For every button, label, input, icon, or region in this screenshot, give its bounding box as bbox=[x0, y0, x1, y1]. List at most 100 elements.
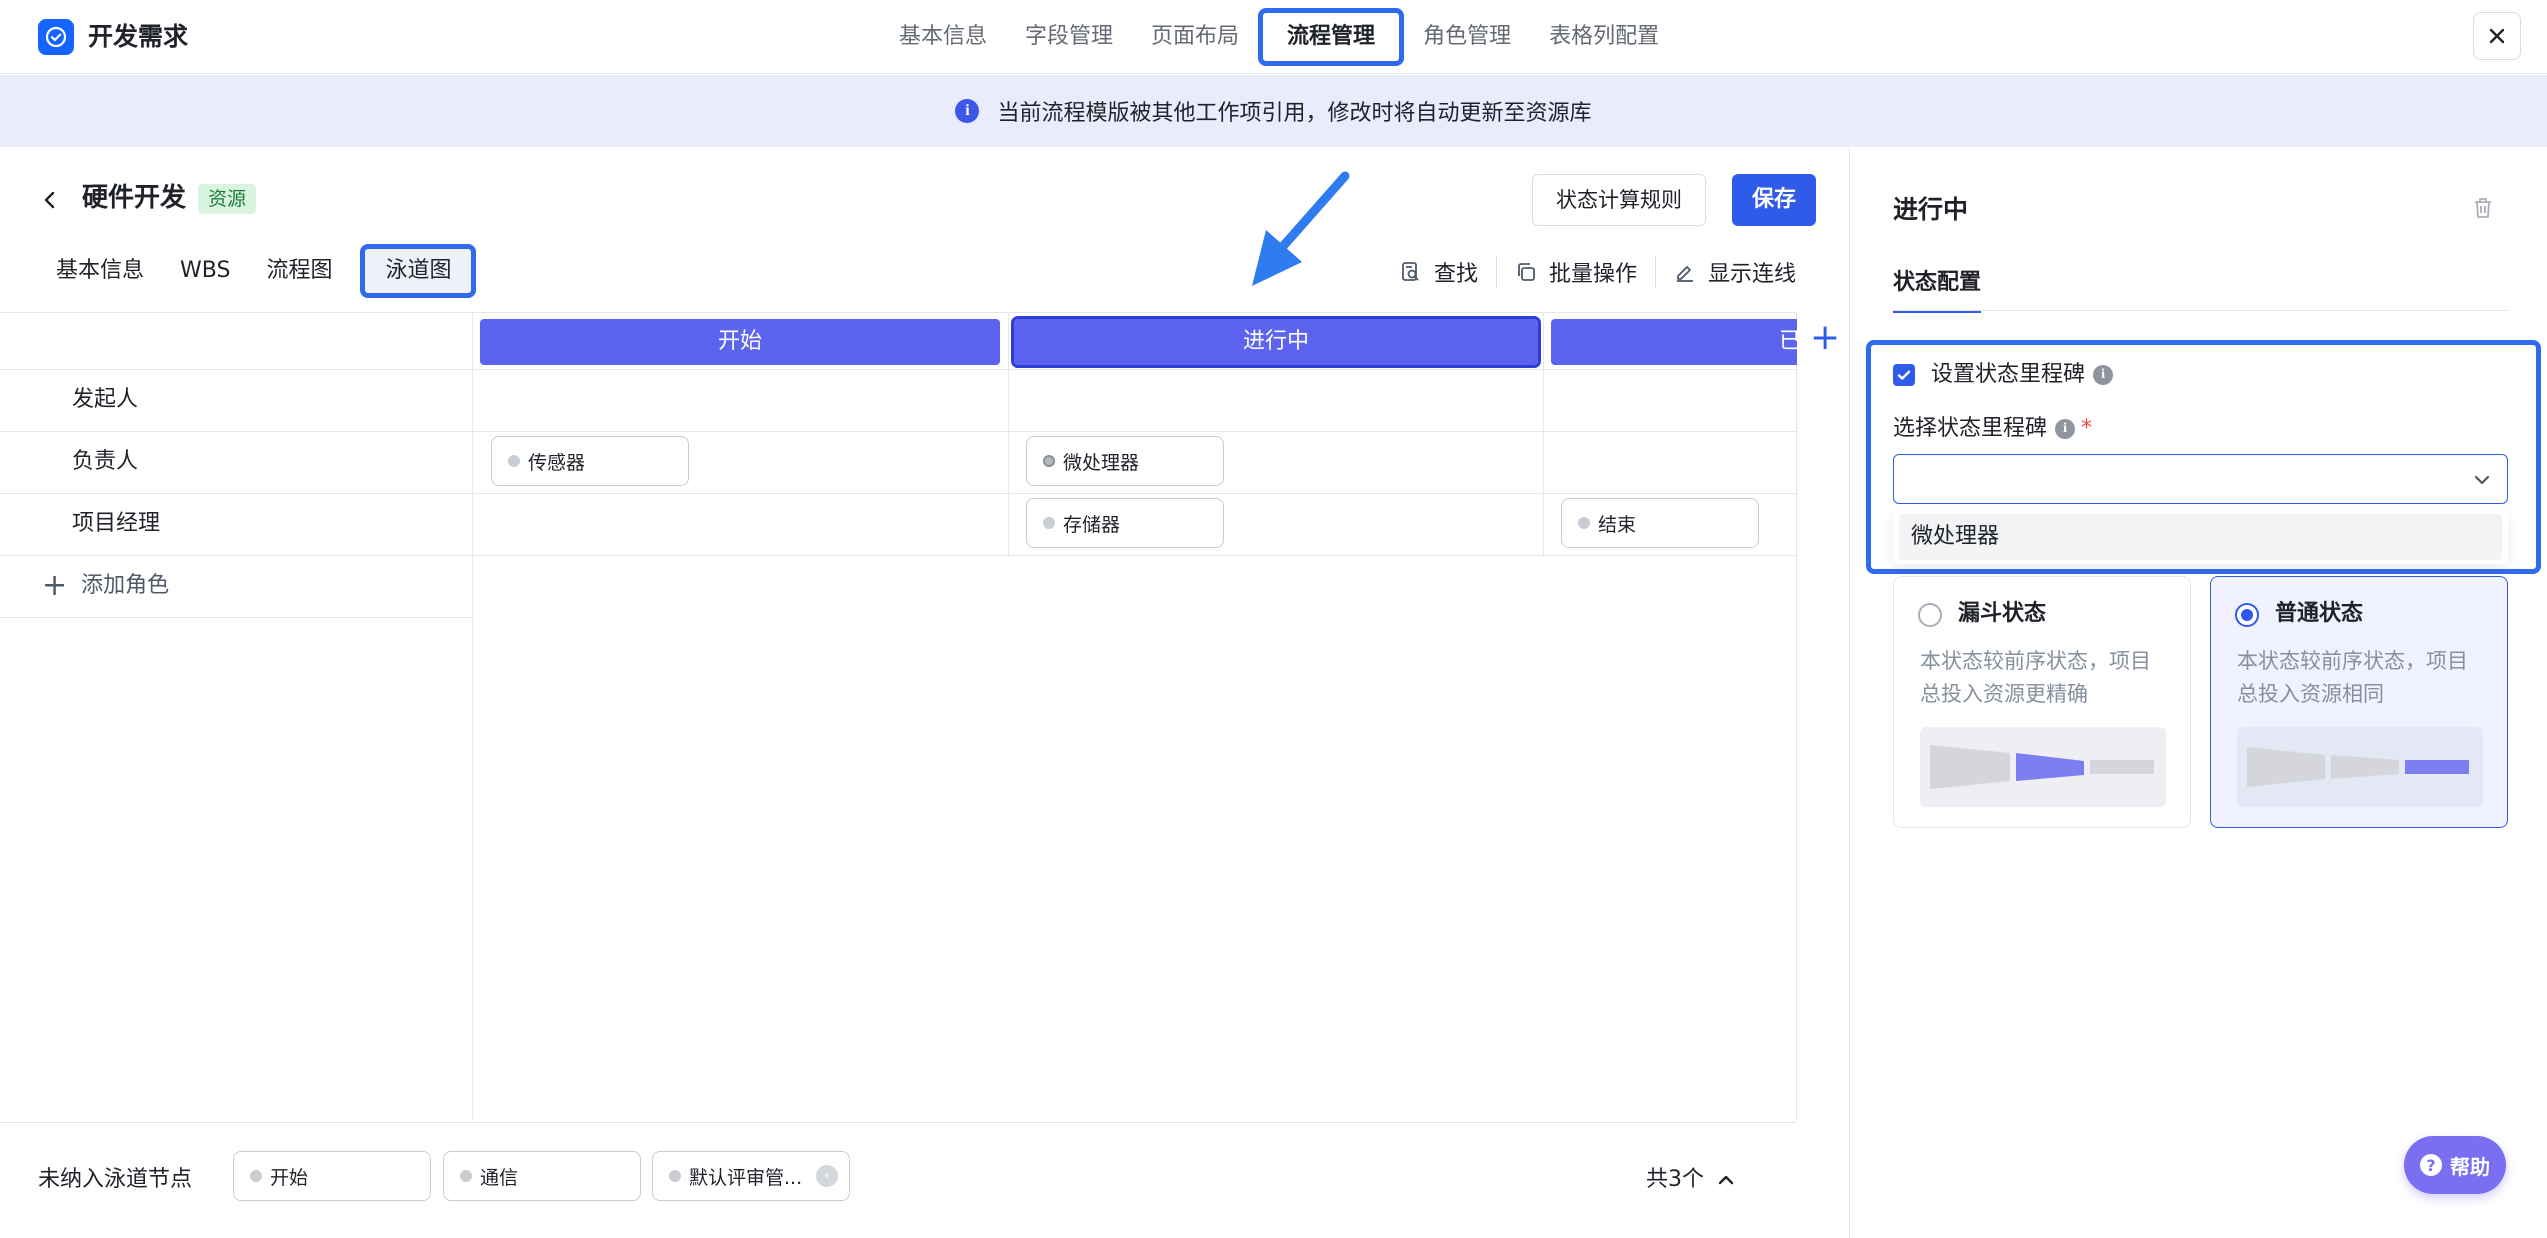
notice-text: 当前流程模版被其他工作项引用，修改时将自动更新至资源库 bbox=[997, 101, 1592, 126]
node-label: 存储器 bbox=[1063, 513, 1121, 536]
subtab-basic-info[interactable]: 基本信息 bbox=[38, 244, 162, 298]
milestone-select[interactable] bbox=[1893, 454, 2508, 504]
tab-status-config[interactable]: 状态配置 bbox=[1893, 266, 1982, 313]
unassigned-node-review[interactable]: 默认评审管... ‹ bbox=[652, 1151, 850, 1201]
grid-line bbox=[0, 369, 1797, 370]
funnel-status-card[interactable]: 漏斗状态 本状态较前序状态，项目总投入资源更精确 bbox=[1893, 576, 2191, 828]
normal-status-card[interactable]: 普通状态 本状态较前序状态，项目总投入资源相同 bbox=[2210, 576, 2508, 828]
unassigned-node-start[interactable]: 开始 bbox=[233, 1151, 431, 1201]
milestone-checkbox[interactable] bbox=[1893, 364, 1915, 386]
normal-status-desc: 本状态较前序状态，项目总投入资源相同 bbox=[2237, 649, 2468, 706]
status-dot-icon bbox=[508, 455, 520, 467]
close-icon bbox=[2489, 28, 2505, 44]
search-doc-icon bbox=[1402, 262, 1419, 281]
check-icon bbox=[1897, 370, 1911, 380]
status-config-panel: 进行中 状态配置 设置状态里程碑 i 选择状态里程碑 i * 微处理器 漏斗状态 本状… bbox=[1852, 148, 2547, 1238]
funnel-illustration bbox=[1920, 727, 2166, 807]
status-dot-icon bbox=[669, 1170, 681, 1182]
unassigned-count-toggle[interactable]: 共3个 bbox=[1646, 1163, 1736, 1197]
toolbar: 查找 批量操作 显示连线 bbox=[1382, 252, 1814, 292]
info-icon[interactable]: i bbox=[2093, 365, 2114, 385]
status-dot-icon bbox=[460, 1170, 472, 1182]
grid-line bbox=[0, 555, 1797, 556]
show-connections-label: 显示连线 bbox=[1708, 262, 1797, 287]
subtab-swimlane[interactable]: 泳道图 bbox=[360, 244, 477, 298]
grid-line bbox=[0, 617, 472, 618]
save-button[interactable]: 保存 bbox=[1732, 174, 1816, 226]
chevron-up-icon bbox=[1718, 1175, 1734, 1185]
node-end[interactable]: 结束 bbox=[1561, 498, 1759, 548]
normal-status-title: 普通状态 bbox=[2275, 601, 2364, 626]
lane-header-in-progress[interactable]: 进行中 bbox=[1011, 316, 1541, 368]
info-icon: i bbox=[955, 99, 980, 123]
role-owner: 负责人 bbox=[72, 449, 139, 474]
swimlane-panel: 硬件开发 资源 状态计算规则 保存 基本信息 WBS 流程图 泳道图 查找 批量… bbox=[0, 148, 1850, 1238]
lane-header-start[interactable]: 开始 bbox=[480, 319, 1000, 365]
trash-icon[interactable] bbox=[2472, 196, 2494, 220]
add-role-button[interactable]: + 添加角色 bbox=[42, 555, 169, 617]
show-connections-button[interactable]: 显示连线 bbox=[1656, 256, 1814, 288]
sub-tabs: 基本信息 WBS 流程图 泳道图 bbox=[38, 244, 477, 298]
tab-table-column-config[interactable]: 表格列配置 bbox=[1530, 8, 1678, 66]
resource-tag: 资源 bbox=[198, 184, 257, 214]
annotation-arrow-icon bbox=[1252, 171, 1350, 286]
plus-icon: + bbox=[42, 568, 68, 603]
milestone-select-label: 选择状态里程碑 i * bbox=[1893, 412, 2092, 446]
add-role-label: 添加角色 bbox=[81, 573, 170, 598]
help-button[interactable]: ? 帮助 bbox=[2404, 1136, 2506, 1194]
funnel-status-title: 漏斗状态 bbox=[1958, 601, 2047, 626]
node-label: 结束 bbox=[1598, 513, 1637, 536]
subtab-flowchart[interactable]: 流程图 bbox=[248, 244, 350, 298]
funnel-status-radio[interactable] bbox=[1918, 603, 1942, 627]
status-rule-button[interactable]: 状态计算规则 bbox=[1532, 174, 1706, 226]
back-arrow-icon: ‹ bbox=[816, 1165, 839, 1187]
grid-line bbox=[1796, 313, 1797, 1120]
status-dot-icon bbox=[1043, 455, 1055, 467]
unassigned-count: 共3个 bbox=[1646, 1167, 1704, 1192]
back-chevron-icon[interactable] bbox=[38, 188, 62, 212]
status-dot-icon bbox=[250, 1170, 262, 1182]
node-label: 开始 bbox=[270, 1166, 309, 1189]
tab-divider bbox=[1893, 310, 2508, 311]
milestone-dropdown: 微处理器 bbox=[1893, 510, 2508, 564]
node-memory[interactable]: 存储器 bbox=[1026, 498, 1224, 548]
grid-line bbox=[1543, 313, 1544, 555]
top-bar: 开发需求 基本信息 字段管理 页面布局 流程管理 角色管理 表格列配置 bbox=[0, 0, 2547, 74]
milestone-checkbox-label: 设置状态里程碑 i bbox=[1931, 358, 2114, 392]
grid-line bbox=[0, 493, 1797, 494]
project-title: 硬件开发 bbox=[82, 183, 187, 213]
tab-basic-info[interactable]: 基本信息 bbox=[880, 8, 1006, 66]
node-label: 微处理器 bbox=[1063, 451, 1140, 474]
app-logo-icon bbox=[38, 19, 74, 55]
unassigned-nodes-bar: 未纳入泳道节点 开始 通信 默认评审管... ‹ 共3个 bbox=[0, 1122, 1797, 1238]
find-button[interactable]: 查找 bbox=[1382, 256, 1496, 288]
node-microprocessor[interactable]: 微处理器 bbox=[1026, 436, 1224, 486]
status-dot-icon bbox=[1043, 517, 1055, 529]
status-dot-icon bbox=[1578, 517, 1590, 529]
tab-role-management[interactable]: 角色管理 bbox=[1404, 8, 1530, 66]
unassigned-node-communication[interactable]: 通信 bbox=[443, 1151, 641, 1201]
dropdown-option-microprocessor[interactable]: 微处理器 bbox=[1899, 514, 2502, 560]
tab-process-management[interactable]: 流程管理 bbox=[1258, 8, 1405, 66]
top-tabs: 基本信息 字段管理 页面布局 流程管理 角色管理 表格列配置 bbox=[880, 8, 1678, 66]
chevron-down-icon bbox=[2474, 475, 2490, 485]
milestone-select-text: 选择状态里程碑 bbox=[1893, 416, 2048, 441]
find-label: 查找 bbox=[1434, 262, 1479, 287]
batch-operation-label: 批量操作 bbox=[1549, 262, 1638, 287]
status-title: 进行中 bbox=[1893, 195, 1969, 224]
close-button[interactable] bbox=[2473, 12, 2521, 60]
node-label: 默认评审管... bbox=[689, 1166, 803, 1189]
tab-page-layout[interactable]: 页面布局 bbox=[1132, 8, 1258, 66]
normal-status-radio[interactable] bbox=[2235, 603, 2259, 627]
info-icon[interactable]: i bbox=[2055, 419, 2076, 439]
node-label: 通信 bbox=[480, 1166, 519, 1189]
node-sensor[interactable]: 传感器 bbox=[491, 436, 689, 486]
subtab-wbs[interactable]: WBS bbox=[162, 244, 248, 298]
tab-field-management[interactable]: 字段管理 bbox=[1006, 8, 1132, 66]
milestone-checkbox-text: 设置状态里程碑 bbox=[1931, 362, 2086, 387]
add-lane-button[interactable]: + bbox=[1810, 320, 1840, 356]
batch-operation-button[interactable]: 批量操作 bbox=[1497, 256, 1655, 288]
lane-header-done[interactable]: 已 bbox=[1551, 319, 1797, 365]
grid-line bbox=[0, 431, 1797, 432]
app-title: 开发需求 bbox=[88, 22, 189, 51]
